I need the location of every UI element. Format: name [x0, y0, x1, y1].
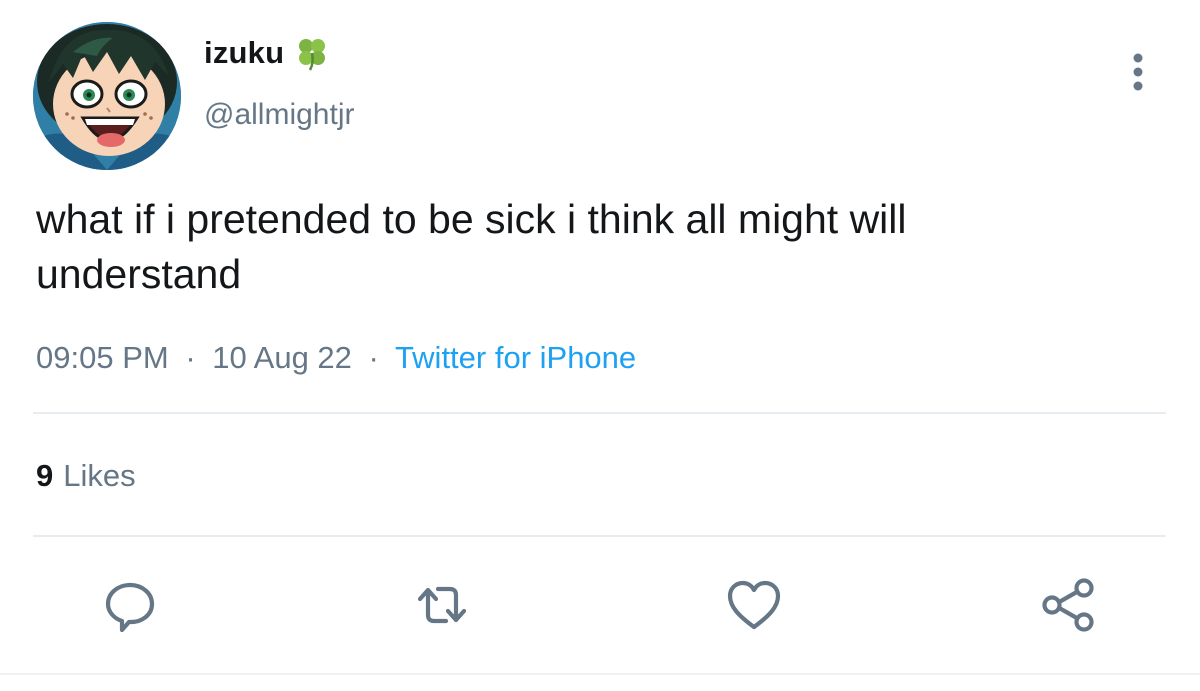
- share-icon: [1042, 578, 1094, 632]
- reply-icon: [105, 582, 155, 633]
- author-name-row[interactable]: izuku: [204, 35, 330, 71]
- like-button[interactable]: [722, 573, 786, 637]
- four-leaf-clover-icon: [294, 35, 330, 71]
- more-vertical-icon: [1133, 53, 1143, 91]
- likes-stat[interactable]: 9 Likes: [36, 458, 136, 494]
- tweet-detail: izuku @allmightjr what if i pretended to…: [0, 0, 1200, 691]
- tweet-text-line-2: understand: [36, 251, 242, 297]
- retweet-button[interactable]: [410, 573, 474, 637]
- more-options-button[interactable]: [1118, 50, 1158, 94]
- avatar[interactable]: [33, 22, 181, 170]
- tweet-action-bar: [0, 565, 1200, 645]
- tweet-time: 09:05 PM: [36, 340, 169, 375]
- display-name[interactable]: izuku: [204, 35, 284, 71]
- reply-button[interactable]: [98, 573, 162, 637]
- avatar-image: [33, 22, 181, 170]
- share-button[interactable]: [1036, 573, 1100, 637]
- meta-separator: ·: [368, 340, 379, 375]
- tweet-source-link[interactable]: Twitter for iPhone: [395, 340, 636, 375]
- tweet-text: what if i pretended to be sick i think a…: [36, 192, 1146, 302]
- retweet-icon: [417, 586, 467, 624]
- likes-label: Likes: [63, 458, 136, 493]
- meta-separator: ·: [185, 340, 196, 375]
- divider: [33, 535, 1166, 537]
- tweet-meta: 09:05 PM · 10 Aug 22 · Twitter for iPhon…: [36, 340, 636, 376]
- divider: [33, 412, 1166, 414]
- tweet-text-line-1: what if i pretended to be sick i think a…: [36, 196, 907, 242]
- likes-count: 9: [36, 458, 54, 493]
- tweet-date: 10 Aug 22: [212, 340, 352, 375]
- divider: [0, 673, 1200, 675]
- like-icon: [727, 580, 781, 630]
- author-handle[interactable]: @allmightjr: [204, 98, 354, 132]
